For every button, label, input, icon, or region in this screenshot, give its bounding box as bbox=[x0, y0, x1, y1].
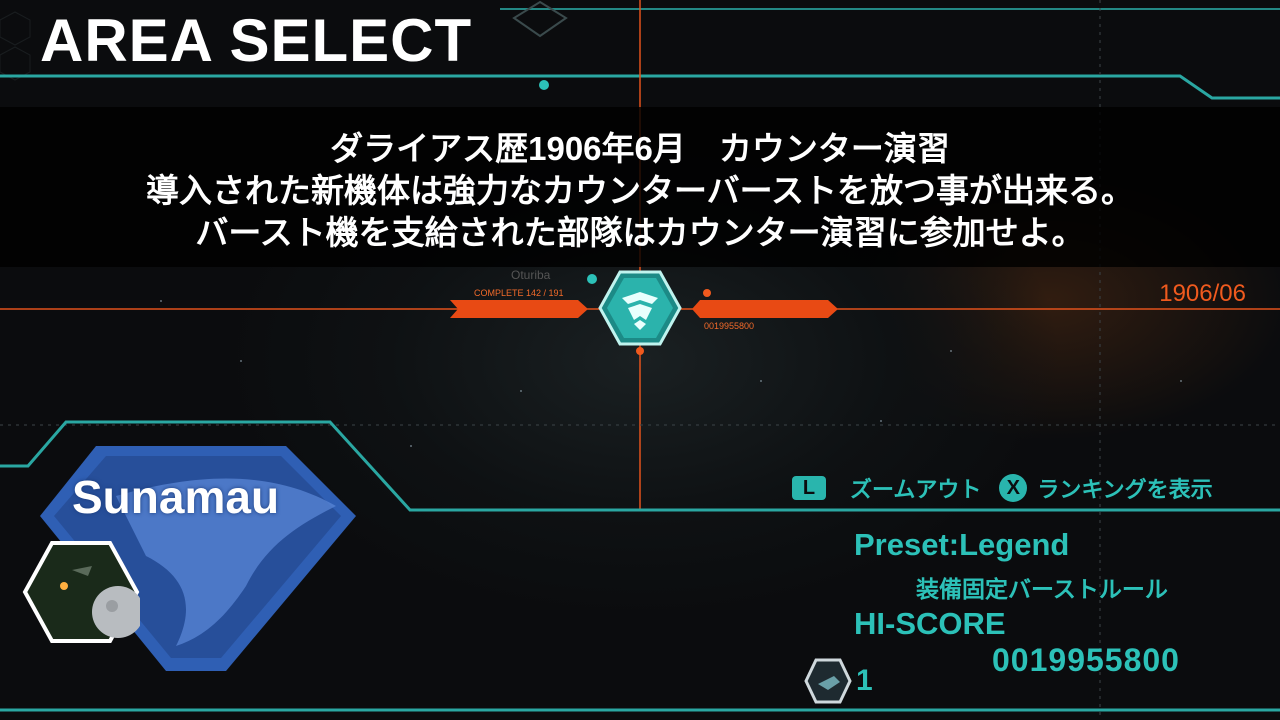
briefing-line-1: ダライアス歴1906年6月 カウンター演習 bbox=[330, 130, 950, 167]
star bbox=[880, 420, 882, 422]
ranking-button[interactable]: X bbox=[999, 474, 1028, 502]
star bbox=[160, 300, 162, 302]
star bbox=[240, 360, 242, 362]
preset-label: Preset:Legend bbox=[854, 527, 1070, 562]
selected-node[interactable] bbox=[598, 268, 682, 348]
map-date-readout: 1906/06 bbox=[1159, 280, 1246, 307]
star bbox=[760, 380, 762, 382]
star bbox=[520, 390, 522, 392]
area-name: Sunamau bbox=[72, 471, 280, 523]
star bbox=[1180, 380, 1182, 382]
eagle-emblem-icon bbox=[598, 270, 682, 346]
hiscore-value: 0019955800 bbox=[992, 642, 1180, 678]
node-score-label: 0019955800 bbox=[704, 321, 755, 331]
briefing-line-2: 導入された新機体は強力なカウンターバーストを放つ事が出来る。 bbox=[145, 172, 1135, 209]
hiscore-label: HI-SCORE bbox=[854, 606, 1006, 641]
faint-node-icon[interactable] bbox=[510, 0, 570, 40]
zoom-out-button[interactable]: L bbox=[792, 476, 826, 500]
complete-label: COMPLETE 142 / 191 bbox=[474, 288, 564, 298]
area-thumbnail[interactable] bbox=[22, 540, 144, 644]
zoom-out-label: ズームアウト bbox=[850, 477, 982, 502]
star bbox=[950, 350, 952, 352]
node-name-label: Oturiba bbox=[511, 268, 551, 282]
star bbox=[410, 445, 412, 447]
ranking-label: ランキングを表示 bbox=[1037, 477, 1213, 502]
briefing-line-3: バースト機を支給された部隊はカウンター演習に参加せよ。 bbox=[195, 214, 1085, 251]
clear-count: 1 bbox=[856, 664, 873, 697]
control-hints: L ズームアウト X ランキングを表示 bbox=[792, 474, 1213, 502]
ship-thumbnail-icon bbox=[804, 658, 852, 704]
area-select-screen: Oturiba COMPLETE 142 / 191 0019955800 19… bbox=[0, 0, 1280, 720]
briefing-banner: ダライアス歴1906年6月 カウンター演習 導入された新機体は強力なカウンターバ… bbox=[0, 107, 1280, 267]
rule-label: 装備固定バーストルール bbox=[916, 576, 1168, 602]
page-title: AREA SELECT bbox=[40, 7, 473, 74]
planet-thumbnail-icon bbox=[22, 541, 144, 643]
